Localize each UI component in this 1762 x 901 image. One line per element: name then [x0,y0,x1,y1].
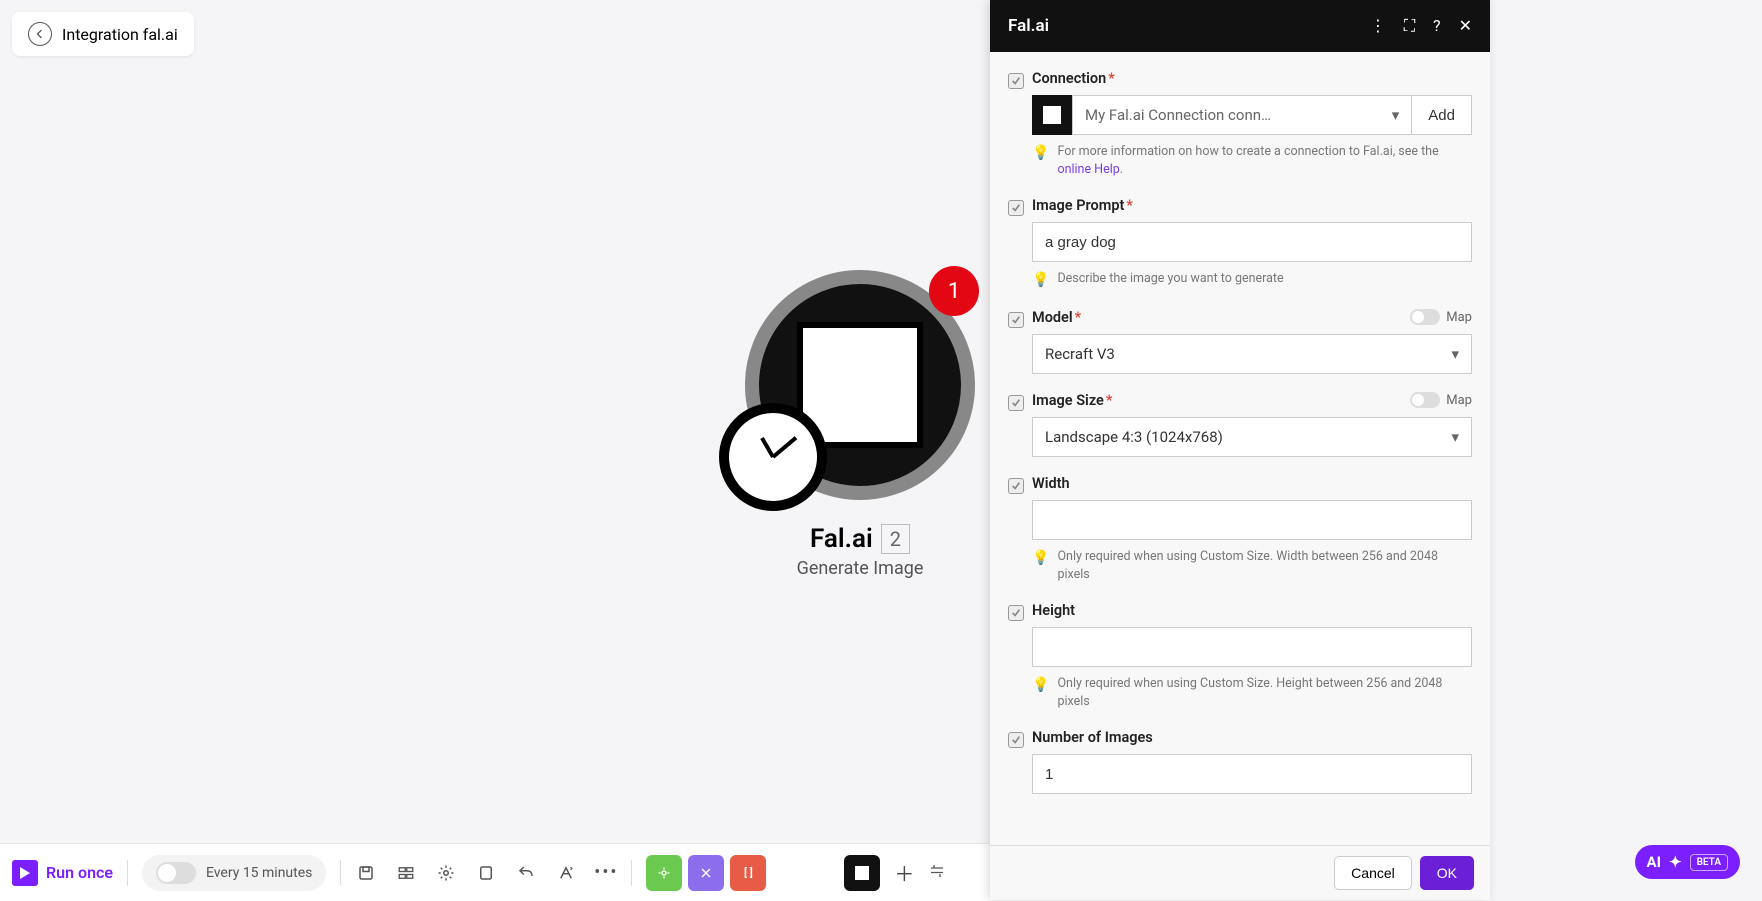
lightbulb-icon: 💡 [1032,675,1049,711]
separator [127,860,128,886]
gear-icon[interactable] [435,862,457,884]
panel-title: Fal.ai [1008,16,1049,36]
field-checkbox-numimages[interactable] [1008,732,1024,748]
online-help-link[interactable]: online Help [1057,162,1119,177]
width-input[interactable] [1032,500,1472,540]
chevron-down-icon: ▾ [1392,106,1400,124]
tool-purple-button[interactable] [688,855,724,891]
expand-icon[interactable]: ⛶ [1404,16,1415,36]
back-arrow-icon [28,22,52,46]
schedule-toggle[interactable]: Every 15 minutes [142,855,326,891]
image-prompt-hint: Describe the image you want to generate [1057,270,1283,290]
toolbar-extra-icon[interactable] [928,861,946,885]
connection-select[interactable]: My Fal.ai Connection conn… ▾ [1072,95,1412,135]
undo-icon[interactable] [515,862,537,884]
height-label: Height [1032,602,1075,619]
save-icon[interactable] [355,862,377,884]
num-images-label: Number of Images [1032,729,1153,746]
field-checkbox-width[interactable] [1008,478,1024,494]
sparkle-icon: ✦ [1669,853,1682,871]
breadcrumb-label: Integration fal.ai [62,25,178,44]
tool-green-button[interactable] [646,855,682,891]
breadcrumb[interactable]: Integration fal.ai [12,12,194,56]
auto-align-icon[interactable] [555,862,577,884]
node-title: Fal.ai [810,524,873,554]
separator [340,860,341,886]
play-icon [12,860,38,886]
scenario-settings-icon[interactable] [395,862,417,884]
more-icon[interactable]: ••• [595,862,617,884]
note-icon[interactable] [475,862,497,884]
width-label: Width [1032,475,1070,492]
module-library-button[interactable] [844,855,880,891]
model-select[interactable]: Recraft V3 ▾ [1032,334,1472,374]
model-map-toggle[interactable]: Map [1410,309,1472,325]
toggle-switch-icon [156,862,196,884]
add-module-button[interactable]: ＋ [894,858,914,887]
image-size-select[interactable]: Landscape 4:3 (1024x768) ▾ [1032,417,1472,457]
connection-logo-icon [1032,95,1072,135]
chevron-down-icon: ▾ [1451,345,1459,363]
node-subtitle: Generate Image [740,558,980,579]
lightbulb-icon: 💡 [1032,548,1049,584]
field-checkbox-model[interactable] [1008,312,1024,328]
num-images-input[interactable] [1032,754,1472,794]
kebab-icon[interactable]: ⋮ [1370,16,1386,36]
panel-header: Fal.ai ⋮ ⛶ ? ✕ [990,0,1490,52]
field-checkbox-prompt[interactable] [1008,200,1024,216]
image-prompt-input[interactable] [1032,222,1472,262]
panel-footer: Cancel OK [990,845,1490,900]
ai-assistant-button[interactable]: AI ✦ BETA [1635,845,1740,879]
close-icon[interactable]: ✕ [1459,16,1472,36]
cancel-button[interactable]: Cancel [1334,856,1412,890]
node-circle: 1 [745,270,975,500]
run-once-button[interactable]: Run once [12,860,113,886]
chevron-down-icon: ▾ [1451,428,1459,446]
height-input[interactable] [1032,627,1472,667]
lightbulb-icon: 💡 [1032,270,1049,290]
node-run-count: 2 [881,524,910,554]
config-panel: Fal.ai ⋮ ⛶ ? ✕ Connection* My Fal.ai Con… [990,0,1490,900]
image-prompt-label: Image Prompt [1032,197,1124,214]
field-checkbox-connection[interactable] [1008,73,1024,89]
field-checkbox-size[interactable] [1008,395,1024,411]
image-size-label: Image Size [1032,392,1104,409]
field-checkbox-height[interactable] [1008,605,1024,621]
lightbulb-icon: 💡 [1032,143,1049,179]
model-label: Model [1032,309,1073,326]
ok-button[interactable]: OK [1420,856,1474,890]
width-hint: Only required when using Custom Size. Wi… [1057,548,1472,584]
connection-hint: For more information on how to create a … [1057,143,1472,179]
separator [631,860,632,886]
height-hint: Only required when using Custom Size. He… [1057,675,1472,711]
add-connection-button[interactable]: Add [1412,95,1472,135]
tool-red-button[interactable]: [ ] [730,855,766,891]
beta-badge: BETA [1690,854,1728,871]
bottom-toolbar: Run once Every 15 minutes ••• [ ] ＋ [0,843,990,901]
help-icon[interactable]: ? [1433,16,1441,36]
connection-label: Connection [1032,70,1106,87]
size-map-toggle[interactable]: Map [1410,392,1472,408]
node-error-badge: 1 [929,266,979,316]
clock-icon [719,403,827,511]
workflow-node-falai[interactable]: 1 Fal.ai 2 Generate Image [740,270,980,579]
